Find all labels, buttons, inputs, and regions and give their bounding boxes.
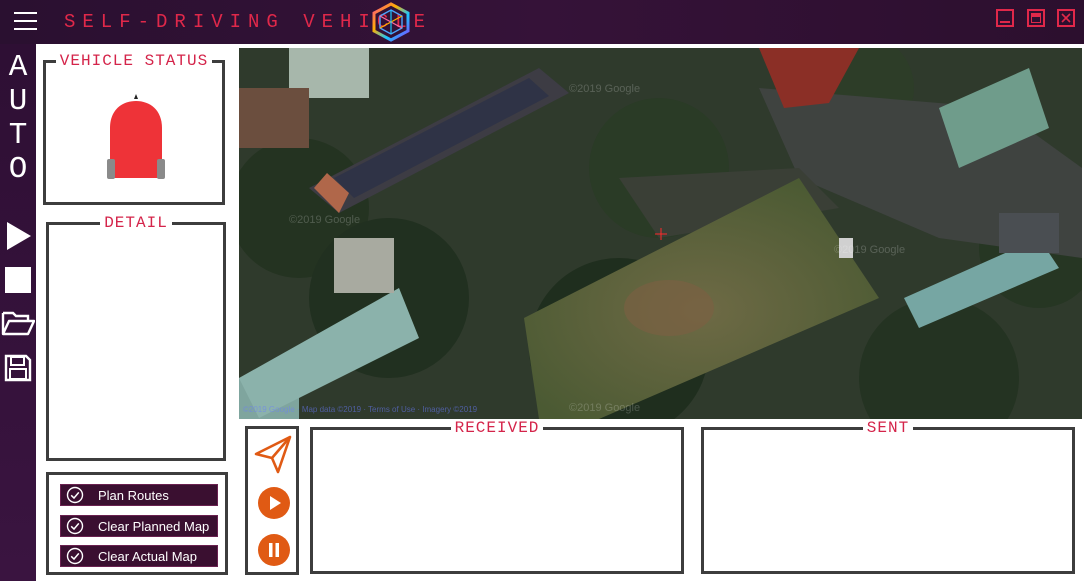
sidebar: A U T O	[0, 44, 36, 581]
plan-routes-label: Plan Routes	[98, 487, 169, 503]
close-button[interactable]	[1057, 9, 1075, 27]
sent-title: SENT	[862, 419, 914, 437]
mode-letter-t: T	[8, 118, 28, 153]
svg-text:©2019 Google · Map data ©2019: ©2019 Google · Map data ©2019 · Terms of…	[243, 405, 478, 414]
car-top-view-icon	[107, 94, 165, 179]
check-circle-icon	[66, 486, 84, 504]
crosshair-icon	[655, 228, 667, 240]
hamburger-icon[interactable]	[14, 12, 37, 30]
received-title: RECEIVED	[450, 419, 544, 437]
folder-open-icon	[1, 311, 35, 336]
minimize-icon	[1000, 21, 1010, 23]
maximize-button[interactable]	[1027, 9, 1045, 27]
play-circle-button[interactable]	[258, 487, 290, 519]
check-circle-icon	[66, 547, 84, 565]
received-panel: RECEIVED	[310, 419, 684, 574]
svg-text:©2019 Google: ©2019 Google	[569, 83, 640, 95]
stop-button[interactable]	[0, 263, 36, 297]
play-icon	[7, 222, 31, 250]
clear-planned-map-button[interactable]: Clear Planned Map	[60, 515, 218, 537]
title-bar: SELF-DRIVING VEHICLE	[0, 0, 1084, 44]
play-circle-icon	[270, 496, 281, 510]
vehicle-status-panel: VEHICLE STATUS	[43, 52, 225, 205]
map-controls-panel: Plan Routes Clear Planned Map Clear Actu…	[46, 472, 228, 575]
save-button[interactable]	[0, 351, 36, 385]
detail-panel: DETAIL	[46, 214, 226, 461]
play-button[interactable]	[0, 219, 36, 253]
open-folder-button[interactable]	[0, 306, 36, 340]
clear-actual-map-label: Clear Actual Map	[98, 548, 197, 564]
sent-panel: SENT	[701, 419, 1075, 574]
comm-actions-panel	[245, 426, 299, 575]
close-icon	[1061, 13, 1071, 23]
save-icon	[4, 354, 32, 382]
satellite-map[interactable]: ©2019 Google ©2019 Google ©2019 Google ©…	[239, 48, 1082, 419]
stop-icon	[5, 267, 31, 293]
mode-letter-u: U	[8, 84, 28, 119]
pause-circle-icon	[269, 543, 279, 557]
maximize-icon	[1031, 13, 1041, 23]
detail-title: DETAIL	[100, 214, 172, 232]
minimize-button[interactable]	[996, 9, 1014, 27]
pause-circle-button[interactable]	[258, 534, 290, 566]
check-circle-icon	[66, 517, 84, 535]
mode-letter-o: O	[8, 152, 28, 187]
svg-text:©2019 Google: ©2019 Google	[569, 402, 640, 414]
hexagon-logo-icon	[372, 2, 410, 42]
vehicle-status-title: VEHICLE STATUS	[55, 52, 213, 70]
svg-text:©2019 Google: ©2019 Google	[834, 244, 905, 256]
clear-planned-map-label: Clear Planned Map	[98, 518, 210, 534]
clear-actual-map-button[interactable]: Clear Actual Map	[60, 545, 218, 567]
send-icon	[254, 435, 292, 474]
mode-letter-a: A	[8, 50, 28, 85]
plan-routes-button[interactable]: Plan Routes	[60, 484, 218, 506]
svg-text:©2019 Google: ©2019 Google	[289, 214, 360, 226]
send-button[interactable]	[252, 432, 294, 474]
